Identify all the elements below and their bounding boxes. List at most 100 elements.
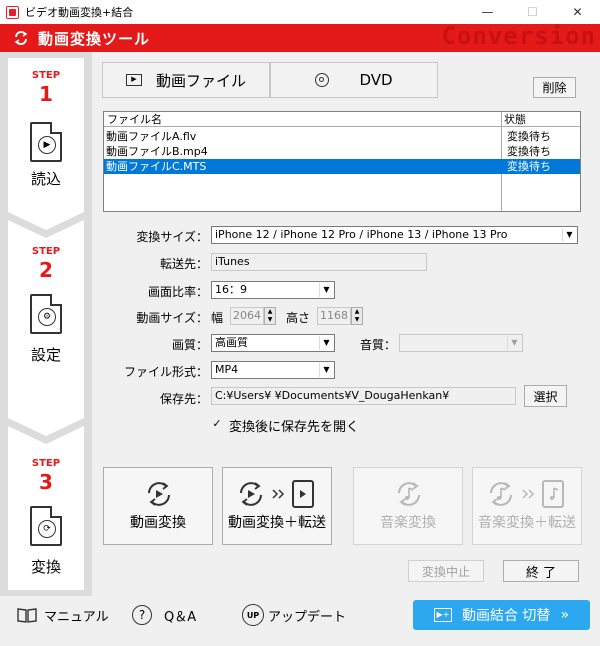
manual-label: マニュアル: [44, 609, 109, 625]
step-3-label: STEP: [31, 458, 61, 469]
format-label: ファイル形式：: [123, 365, 208, 379]
update-label: アップデート: [268, 609, 347, 625]
width-input[interactable]: 2064: [230, 307, 264, 325]
music-convert-transfer-button[interactable]: 音楽変換＋転送: [472, 467, 582, 545]
update-icon: UP: [242, 604, 264, 626]
select-folder-button[interactable]: 選択: [524, 385, 567, 407]
header-watermark: Conversion: [441, 24, 596, 50]
convert-transfer-button[interactable]: 動画変換＋転送: [222, 467, 332, 545]
update-link[interactable]: UP アップデート: [242, 604, 346, 626]
step-2-settings: STEP 2 ⚙ 設定: [8, 238, 84, 418]
disc-icon: [315, 73, 330, 87]
height-label: 高さ: [286, 311, 311, 325]
convert-button[interactable]: 動画変換: [103, 467, 213, 545]
merge-switch-button[interactable]: ▶+ 動画結合 切替 »: [413, 600, 590, 630]
aspect-select[interactable]: 16：9 ▼: [211, 281, 335, 299]
quality-value: 高画質: [215, 336, 248, 349]
music-convert-button-label: 音楽変換: [380, 515, 436, 531]
dropdown-arrow-icon: ▼: [319, 283, 333, 297]
convert-size-value: iPhone 12 / iPhone 12 Pro / iPhone 13 / …: [215, 228, 508, 241]
convert-size-label: 変換サイズ：: [136, 230, 208, 244]
column-filename[interactable]: ファイル名: [104, 112, 162, 127]
width-label: 幅: [211, 311, 224, 325]
quality-select[interactable]: 高画質 ▼: [211, 334, 335, 352]
finish-button[interactable]: 終 了: [503, 560, 579, 582]
convert-transfer-icon: [240, 480, 314, 508]
window-titlebar: ビデオ動画変換+結合 — ☐ ✕: [0, 0, 600, 24]
file-list-header: ファイル名 状態: [104, 112, 580, 127]
convert-transfer-button-label: 動画変換＋転送: [228, 515, 326, 531]
merge-switch-label: 動画結合 切替: [461, 608, 551, 624]
open-after-checkbox[interactable]: ✓: [211, 418, 223, 430]
step-3-convert: STEP 3 ⟳ 変換: [8, 450, 84, 590]
file-row-1[interactable]: 動画ファイルA.flv 変換待ち: [104, 129, 580, 144]
save-location-label: 保存先：: [159, 392, 208, 406]
aspect-label: 画面比率：: [147, 285, 208, 299]
steps-sidebar: STEP 1 ▶ 読込 STEP 2 ⚙ 設定 STEP 3 ⟳ 変換: [0, 52, 92, 596]
step-2-number: 2: [39, 258, 53, 282]
aspect-value: 16：9: [215, 283, 247, 296]
settings-file-icon: ⚙: [30, 294, 62, 334]
merge-icon: ▶+: [433, 608, 452, 622]
window-title: ビデオ動画変換+結合: [25, 6, 134, 19]
book-icon: [16, 606, 38, 624]
column-status[interactable]: 状態: [501, 112, 526, 127]
music-convert-button[interactable]: 音楽変換: [353, 467, 463, 545]
dropdown-arrow-icon: ▼: [562, 228, 576, 242]
file-status: 変換待ち: [507, 160, 551, 173]
dropdown-arrow-icon: ▼: [319, 336, 333, 350]
maximize-button[interactable]: ☐: [510, 0, 555, 24]
header-title: 動画変換ツール: [38, 30, 151, 48]
music-convert-icon: [398, 482, 420, 506]
step-1-label: STEP: [31, 70, 61, 81]
convert-icon: [148, 482, 170, 506]
step-3-caption: 変換: [30, 558, 61, 576]
save-location-field: C:¥Users¥ ¥Documents¥V_DougaHenkan¥: [211, 387, 516, 405]
window-controls: — ☐ ✕: [465, 0, 600, 24]
file-name: 動画ファイルC.MTS: [106, 160, 207, 173]
qa-link[interactable]: ? Q＆A: [132, 604, 196, 626]
quality-label: 画質：: [171, 338, 208, 352]
manual-link[interactable]: マニュアル: [16, 604, 109, 626]
step-1-caption: 読込: [30, 170, 61, 188]
audio-quality-select[interactable]: ▼: [399, 334, 523, 352]
app-icon: [6, 5, 19, 19]
qa-label: Q＆A: [164, 609, 197, 625]
format-value: MP4: [215, 363, 239, 376]
music-convert-transfer-icon: [490, 480, 564, 508]
video-icon: ▶: [125, 74, 142, 86]
format-select[interactable]: MP4 ▼: [211, 361, 335, 379]
height-input[interactable]: 1168: [317, 307, 351, 325]
dvd-button-label: DVD: [359, 71, 393, 89]
height-stepper[interactable]: ▲ ▼: [351, 307, 363, 325]
step-1-number: 1: [39, 82, 53, 106]
minimize-button[interactable]: —: [465, 0, 510, 24]
video-file-icon: ▶: [30, 122, 62, 162]
open-after-label: 変換後に保存先を開く: [229, 420, 360, 435]
video-size-label: 動画サイズ：: [136, 311, 208, 325]
step-3-number: 3: [39, 470, 53, 494]
question-icon: ?: [132, 605, 152, 625]
app-header: 動画変換ツール Conversion: [0, 24, 600, 52]
file-list[interactable]: ファイル名 状態 動画ファイルA.flv 変換待ち 動画ファイルB.mp4 変換…: [103, 111, 581, 212]
step-2-label: STEP: [31, 246, 61, 257]
step-2-caption: 設定: [30, 346, 61, 364]
file-name: 動画ファイルA.flv: [106, 130, 197, 143]
file-row-2[interactable]: 動画ファイルB.mp4 変換待ち: [104, 144, 580, 159]
file-status: 変換待ち: [507, 130, 551, 143]
dropdown-arrow-icon: ▼: [319, 363, 333, 377]
file-status: 変換待ち: [507, 145, 551, 158]
stop-conversion-button[interactable]: 変換中止: [408, 560, 484, 582]
close-button[interactable]: ✕: [555, 0, 600, 24]
destination-label: 転送先：: [159, 257, 208, 271]
convert-file-icon: ⟳: [30, 506, 62, 546]
destination-field: iTunes: [211, 253, 427, 271]
audio-quality-label: 音質：: [359, 338, 396, 352]
width-stepper[interactable]: ▲ ▼: [264, 307, 276, 325]
convert-size-select[interactable]: iPhone 12 / iPhone 12 Pro / iPhone 13 / …: [211, 226, 578, 244]
delete-button[interactable]: 削除: [533, 77, 576, 98]
video-file-button[interactable]: ▶ 動画ファイル: [102, 62, 270, 98]
dvd-button[interactable]: DVD: [270, 62, 438, 98]
music-convert-transfer-button-label: 音楽変換＋転送: [478, 515, 576, 531]
file-row-3-selected[interactable]: 動画ファイルC.MTS 変換待ち: [104, 159, 580, 174]
